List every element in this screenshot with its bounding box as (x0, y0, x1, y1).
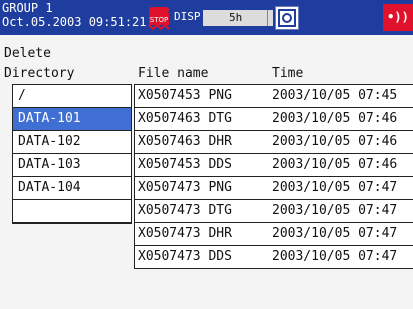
file-time: 2003/10/05 07:46 (272, 111, 398, 126)
file-row[interactable]: X0507473 DDS 2003/10/05 07:47 (135, 246, 413, 269)
file-time: 2003/10/05 07:47 (272, 249, 398, 264)
media-icon[interactable] (275, 6, 299, 30)
file-row[interactable]: X0507453 PNG 2003/10/05 07:45 (135, 85, 413, 108)
disp-divider (267, 10, 268, 26)
file-time: 2003/10/05 07:47 (272, 180, 398, 195)
disp-value: 5h (229, 11, 243, 24)
stop-icon: STOP (148, 7, 170, 31)
directory-list[interactable]: / DATA-101 DATA-102 DATA-103 DATA-104 (12, 84, 132, 224)
file-row[interactable]: X0507463 DTG 2003/10/05 07:46 (135, 108, 413, 131)
file-name: X0507473 DTG (138, 203, 232, 218)
file-time: 2003/10/05 07:47 (272, 203, 398, 218)
group-name: GROUP 1 (2, 1, 53, 15)
file-row[interactable]: X0507473 DTG 2003/10/05 07:47 (135, 200, 413, 223)
disp-interval[interactable]: 5h (203, 10, 273, 26)
file-name-header: File name (138, 66, 209, 81)
file-name: X0507463 DTG (138, 111, 232, 126)
status-bar: GROUP 1 Oct.05.2003 09:51:21 STOP DISP 5… (0, 0, 413, 35)
page-title: Delete (4, 46, 51, 61)
file-time: 2003/10/05 07:46 (272, 157, 398, 172)
directory-item[interactable]: DATA-102 (13, 131, 131, 154)
file-row[interactable]: X0507453 DDS 2003/10/05 07:46 (135, 154, 413, 177)
file-name: X0507473 PNG (138, 180, 232, 195)
file-time: 2003/10/05 07:46 (272, 134, 398, 149)
file-time: 2003/10/05 07:45 (272, 88, 398, 103)
time-header: Time (272, 66, 304, 81)
directory-item[interactable]: / (13, 85, 131, 108)
file-name: X0507453 DDS (138, 157, 232, 172)
directory-label: Directory (4, 66, 75, 81)
disp-label: DISP (174, 10, 201, 23)
file-row[interactable]: X0507463 DHR 2003/10/05 07:46 (135, 131, 413, 154)
directory-item[interactable] (13, 200, 131, 223)
file-name: X0507463 DHR (138, 134, 232, 149)
alarm-icon[interactable]: •)) (383, 4, 413, 31)
file-row[interactable]: X0507473 PNG 2003/10/05 07:47 (135, 177, 413, 200)
directory-item[interactable]: DATA-101 (13, 108, 131, 131)
date-time: Oct.05.2003 09:51:21 (2, 15, 147, 29)
directory-item[interactable]: DATA-104 (13, 177, 131, 200)
file-table[interactable]: X0507453 PNG 2003/10/05 07:45 X0507463 DTG… (134, 84, 413, 269)
file-name: X0507473 DHR (138, 226, 232, 241)
directory-item[interactable]: DATA-103 (13, 154, 131, 177)
file-name: X0507473 DDS (138, 249, 232, 264)
file-name: X0507453 PNG (138, 88, 232, 103)
file-row[interactable]: X0507473 DHR 2003/10/05 07:47 (135, 223, 413, 246)
file-time: 2003/10/05 07:47 (272, 226, 398, 241)
svg-text:STOP: STOP (150, 16, 168, 24)
